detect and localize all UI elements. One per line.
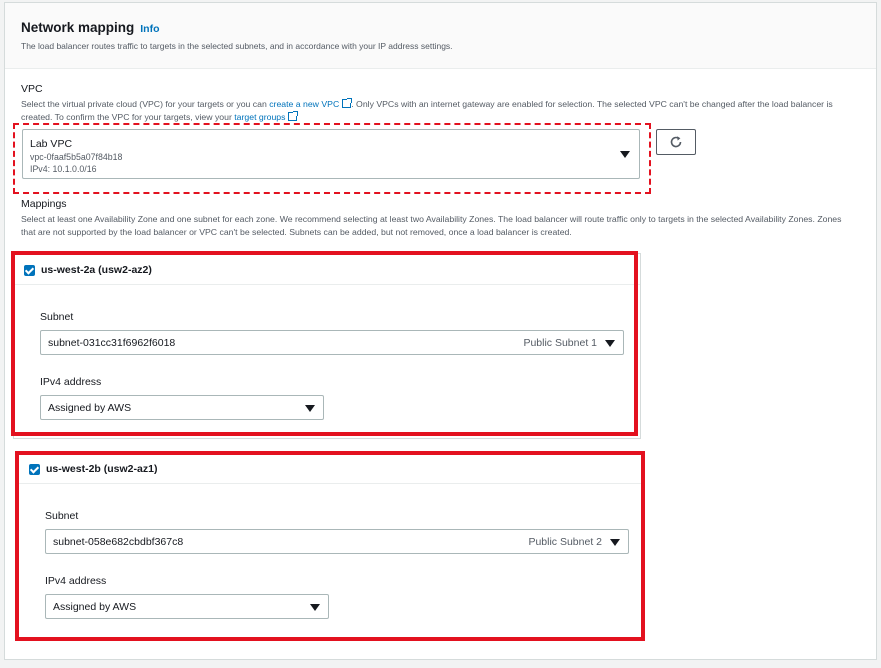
mappings-label: Mappings — [21, 198, 67, 210]
az-highlight-2 — [15, 451, 645, 641]
refresh-button[interactable] — [656, 129, 696, 155]
refresh-icon — [670, 136, 682, 148]
vpc-highlight — [13, 123, 651, 194]
vpc-desc-text-1: Select the virtual private cloud (VPC) f… — [21, 99, 270, 109]
mappings-description: Select at least one Availability Zone an… — [21, 214, 842, 237]
target-groups-link[interactable]: target groups — [234, 112, 285, 122]
az-highlight-1 — [11, 251, 638, 436]
create-vpc-link[interactable]: create a new VPC — [269, 99, 339, 109]
panel-header: Network mapping Info The load balancer ro… — [5, 3, 876, 69]
network-mapping-panel: Network mapping Info The load balancer ro… — [4, 2, 877, 660]
vpc-label: VPC — [21, 83, 43, 95]
section-title: Network mapping Info — [21, 20, 160, 35]
external-link-icon — [288, 111, 299, 121]
section-title-text: Network mapping — [21, 20, 135, 35]
section-description: The load balancer routes traffic to targ… — [21, 41, 453, 51]
info-link[interactable]: Info — [140, 23, 159, 35]
external-link-icon — [342, 98, 353, 108]
vpc-description: Select the virtual private cloud (VPC) f… — [21, 98, 851, 124]
